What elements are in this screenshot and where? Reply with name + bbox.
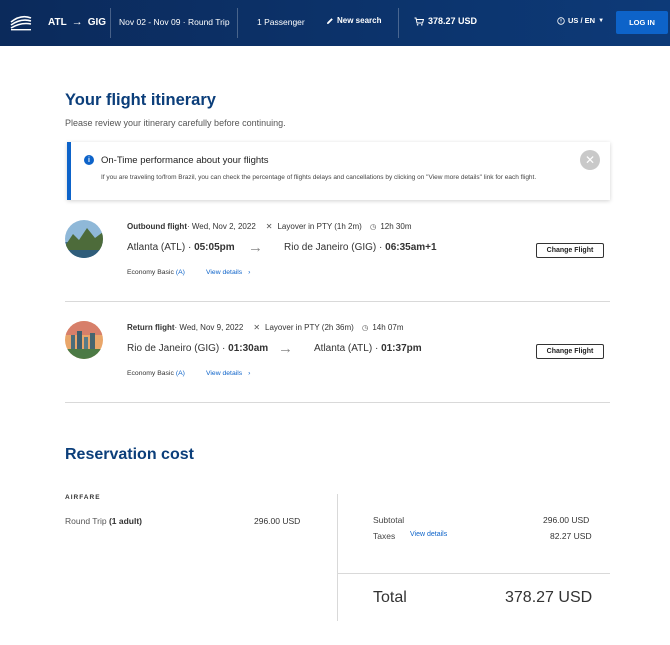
fare-code: (A) bbox=[175, 269, 185, 276]
departure-city: Rio de Janeiro (GIG) · bbox=[127, 343, 229, 354]
arrival-time: 01:37pm bbox=[381, 343, 422, 354]
arrival: Atlanta (ATL) · 01:37pm bbox=[314, 343, 422, 354]
banner-title: On-Time performance about your flights bbox=[101, 155, 269, 166]
departure: Atlanta (ATL) · 05:05pm bbox=[127, 242, 235, 253]
header-divider bbox=[398, 8, 399, 38]
new-search-button[interactable]: New search bbox=[326, 16, 381, 25]
fare-class: Economy Basic (A) bbox=[127, 269, 185, 276]
flight-duration: 12h 30m bbox=[380, 222, 412, 231]
change-flight-button[interactable]: Change Flight bbox=[536, 344, 604, 359]
layover-icon: ✕ bbox=[253, 323, 261, 332]
language-selector[interactable]: US / EN ▼ bbox=[557, 16, 604, 25]
change-flight-button[interactable]: Change Flight bbox=[536, 243, 604, 258]
fare-name: Economy Basic bbox=[127, 269, 174, 276]
route-summary: ATL → GIG bbox=[48, 16, 106, 28]
rio-mountain-image bbox=[65, 220, 103, 258]
layover-info: Layover in PTY (1h 2m) bbox=[277, 222, 362, 231]
clock-icon: ◷ bbox=[369, 222, 377, 231]
cart-summary[interactable]: 378.27 USD bbox=[414, 16, 477, 26]
layover-icon: ✕ bbox=[265, 222, 273, 231]
globe-icon bbox=[557, 16, 565, 25]
cart-icon bbox=[414, 17, 424, 26]
flight-duration: 14h 07m bbox=[372, 323, 404, 332]
flight-date: · Wed, Nov 2, 2022 bbox=[186, 222, 256, 231]
departure: Rio de Janeiro (GIG) · 01:30am bbox=[127, 343, 268, 354]
departure-time: 05:05pm bbox=[194, 242, 235, 253]
pencil-icon bbox=[327, 17, 333, 24]
close-icon: ✕ bbox=[584, 153, 596, 167]
return-flight-card: Return flight · Wed, Nov 9, 2022 ✕ Layov… bbox=[65, 313, 610, 413]
chevron-right-icon: › bbox=[248, 269, 251, 276]
top-navigation-bar: ATL → GIG Nov 02 - Nov 09 · Round Trip 1… bbox=[0, 0, 670, 46]
layover-info: Layover in PTY (2h 36m) bbox=[265, 323, 354, 332]
arrival-city: Rio de Janeiro (GIG) · bbox=[284, 242, 386, 253]
origin-code: ATL bbox=[48, 16, 67, 28]
airline-logo-icon[interactable] bbox=[10, 12, 32, 32]
info-icon: i bbox=[84, 155, 94, 165]
header-divider bbox=[237, 8, 238, 38]
reservation-cost-title: Reservation cost bbox=[65, 446, 194, 463]
destination-code: GIG bbox=[87, 16, 107, 28]
round-trip-text: Round Trip bbox=[65, 516, 109, 526]
view-details-label: View details bbox=[206, 269, 243, 276]
passenger-count: 1 Passenger bbox=[257, 17, 305, 27]
subtotal-label: Subtotal bbox=[373, 515, 405, 525]
arrival-time: 06:35am+1 bbox=[385, 242, 437, 253]
departure-time: 01:30am bbox=[228, 343, 269, 354]
flight-type: Return flight bbox=[127, 323, 175, 332]
clock-icon: ◷ bbox=[361, 323, 369, 332]
flight-header: Outbound flight · Wed, Nov 2, 2022 ✕ Lay… bbox=[127, 222, 412, 231]
header-divider bbox=[110, 8, 111, 38]
adult-count: (1 adult) bbox=[108, 516, 143, 526]
arrival-city: Atlanta (ATL) · bbox=[314, 343, 382, 354]
view-details-label: View details bbox=[206, 370, 243, 377]
flight-header: Return flight · Wed, Nov 9, 2022 ✕ Layov… bbox=[127, 323, 404, 332]
page-subtitle: Please review your itinerary carefully b… bbox=[65, 118, 286, 128]
trip-dates: Nov 02 - Nov 09 · Round Trip bbox=[119, 17, 230, 27]
caret-down-icon: ▼ bbox=[598, 17, 605, 24]
flight-type: Outbound flight bbox=[127, 222, 187, 231]
taxes-view-details-link[interactable]: View details bbox=[410, 531, 447, 538]
chevron-right-icon: › bbox=[248, 370, 251, 377]
new-search-label: New search bbox=[337, 16, 382, 25]
fare-class: Economy Basic (A) bbox=[127, 370, 185, 377]
departure-city: Atlanta (ATL) · bbox=[127, 242, 195, 253]
divider bbox=[65, 301, 610, 302]
divider bbox=[337, 494, 338, 621]
divider bbox=[337, 573, 610, 574]
arrow-right-icon: → bbox=[71, 16, 83, 28]
fare-code: (A) bbox=[175, 370, 185, 377]
taxes-value: 82.27 USD bbox=[550, 531, 592, 541]
view-details-link[interactable]: View details › bbox=[206, 370, 250, 377]
subtotal-value: 296.00 USD bbox=[543, 515, 590, 525]
divider bbox=[65, 402, 610, 403]
login-button[interactable]: LOG IN bbox=[616, 11, 668, 34]
total-value: 378.27 USD bbox=[505, 589, 593, 606]
round-trip-label: Round Trip (1 adult) bbox=[65, 516, 142, 526]
round-trip-value: 296.00 USD bbox=[254, 516, 301, 526]
airfare-label: AIRFARE bbox=[65, 494, 101, 501]
fare-name: Economy Basic bbox=[127, 370, 174, 377]
arrival: Rio de Janeiro (GIG) · 06:35am+1 bbox=[284, 242, 437, 253]
cart-total: 378.27 USD bbox=[428, 16, 478, 26]
outbound-flight-card: Outbound flight · Wed, Nov 2, 2022 ✕ Lay… bbox=[65, 212, 610, 312]
taxes-label: Taxes bbox=[373, 531, 396, 541]
on-time-info-banner: i On-Time performance about your flights… bbox=[67, 142, 610, 200]
close-banner-button[interactable]: ✕ bbox=[580, 150, 600, 170]
language-label: US / EN bbox=[568, 16, 596, 25]
arrow-right-icon: → bbox=[248, 239, 263, 256]
banner-text: If you are traveling to/from Brazil, you… bbox=[101, 174, 537, 181]
total-label: Total bbox=[373, 589, 407, 606]
view-details-link[interactable]: View details › bbox=[206, 269, 250, 276]
arrow-right-icon: → bbox=[278, 340, 293, 357]
page-title: Your flight itinerary bbox=[65, 91, 216, 109]
flight-date: · Wed, Nov 9, 2022 bbox=[174, 323, 244, 332]
atlanta-skyline-image bbox=[65, 321, 103, 359]
